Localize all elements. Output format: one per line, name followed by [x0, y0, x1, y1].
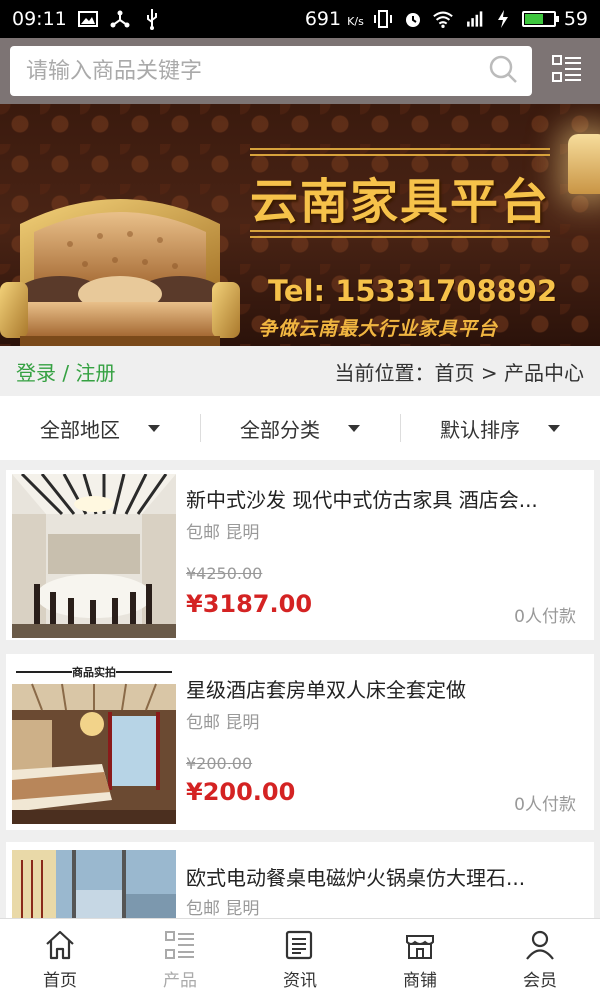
clock: 09:11 [12, 8, 67, 30]
product-city: 昆明 [225, 713, 260, 733]
title-decoration-bottom [250, 230, 550, 238]
shop-icon [406, 935, 434, 959]
product-meta: 包邮 昆明 [186, 708, 259, 733]
product-shipping: 包邮 [186, 899, 220, 918]
login-separator: / [62, 360, 70, 385]
filter-sort[interactable]: 默认排序 [400, 396, 600, 460]
product-thumbnail[interactable] [12, 474, 176, 638]
product-card[interactable]: 新中式沙发 现代中式仿古家具 酒店会... 包邮 昆明 ¥4250.00 ¥31… [6, 470, 594, 640]
current-location: 当前位置：首页 > 产品中心 [334, 360, 584, 385]
search-icon[interactable] [488, 54, 518, 88]
charging-icon [492, 8, 514, 30]
register-link[interactable]: 注册 [75, 361, 115, 385]
product-city: 昆明 [225, 899, 260, 918]
battery-percent: 59 [563, 8, 588, 30]
promo-banner[interactable]: 云南家具平台 Tel: 15331708892 争做云南最大行业家具平台 [0, 104, 600, 346]
image-notification-icon [77, 8, 99, 30]
tab-news[interactable]: 资讯 [240, 919, 360, 1000]
filter-category[interactable]: 全部分类 [200, 396, 400, 460]
title-decoration-top [250, 148, 550, 156]
product-title[interactable]: 新中式沙发 现代中式仿古家具 酒店会... [186, 484, 582, 513]
lamp-decoration [568, 134, 600, 194]
vibrate-icon [372, 8, 394, 30]
bottom-tab-bar: 首页 产品 资讯 商铺 会员 [0, 918, 600, 1000]
thumbnail-caption: 商品实拍 [72, 665, 116, 679]
product-price: ¥3187.00 [186, 590, 313, 618]
wifi-icon [432, 8, 454, 30]
product-card[interactable]: 商品实拍 星级酒店套房单双人床全套定做 包邮 昆明 ¥200.00 ¥200.0… [6, 654, 594, 830]
dropdown-caret-icon [548, 424, 560, 432]
tab-label: 产品 [163, 971, 197, 991]
tab-label: 首页 [43, 971, 77, 991]
tab-products[interactable]: 产品 [120, 919, 240, 1000]
product-list-icon [165, 931, 194, 959]
product-list[interactable]: 新中式沙发 现代中式仿古家具 酒店会... 包邮 昆明 ¥4250.00 ¥31… [0, 468, 600, 918]
battery-icon [521, 11, 559, 27]
product-title[interactable]: 欧式电动餐桌电磁炉火锅桌仿大理石... [186, 862, 582, 891]
banner-phone: Tel: 15331708892 [268, 274, 558, 308]
product-title[interactable]: 星级酒店套房单双人床全套定做 [186, 674, 582, 703]
product-card[interactable]: 欧式电动餐桌电磁炉火锅桌仿大理石... 包邮 昆明 [6, 842, 594, 918]
search-header [0, 38, 600, 104]
login-register: 登录 / 注册 [16, 357, 115, 386]
filter-region[interactable]: 全部地区 [0, 396, 200, 460]
filter-bar: 全部地区 全部分类 默认排序 [0, 396, 600, 460]
tab-member[interactable]: 会员 [480, 919, 600, 1000]
product-city: 昆明 [225, 523, 260, 543]
sofa-image [0, 199, 240, 346]
status-bar: 09:11 691 K/s 59 [0, 0, 600, 38]
dropdown-caret-icon [348, 424, 360, 432]
usb-icon [141, 8, 163, 30]
product-meta: 包邮 昆明 [186, 894, 259, 918]
filter-label: 默认排序 [440, 417, 520, 442]
product-original-price: ¥200.00 [186, 754, 253, 773]
product-sold-count: 0人付款 [514, 607, 576, 627]
tab-shop[interactable]: 商铺 [360, 919, 480, 1000]
list-menu-icon [551, 54, 583, 88]
product-sold-count: 0人付款 [514, 795, 576, 815]
product-thumbnail[interactable]: 商品实拍 [12, 660, 176, 824]
tab-label: 商铺 [403, 971, 437, 991]
search-bar[interactable] [10, 46, 533, 96]
tab-home[interactable]: 首页 [0, 919, 120, 1000]
search-input[interactable] [26, 58, 489, 84]
member-icon [526, 930, 554, 960]
news-icon [285, 930, 313, 960]
category-menu-button[interactable] [542, 46, 592, 96]
product-shipping: 包邮 [186, 523, 220, 543]
home-icon [46, 930, 74, 960]
breadcrumb: 登录 / 注册 当前位置：首页 > 产品中心 [0, 346, 600, 396]
dropdown-caret-icon [148, 424, 160, 432]
product-meta: 包邮 昆明 [186, 518, 259, 543]
banner-title: 云南家具平台 [249, 174, 550, 230]
filter-label: 全部地区 [40, 417, 120, 442]
product-thumbnail[interactable] [12, 850, 176, 918]
product-price: ¥200.00 [186, 778, 296, 806]
signal-icon [462, 8, 484, 30]
tab-label: 会员 [523, 971, 557, 991]
banner-slogan: 争做云南最大行业家具平台 [258, 318, 499, 340]
filter-label: 全部分类 [240, 417, 320, 442]
login-link[interactable]: 登录 [16, 361, 56, 385]
tab-label: 资讯 [283, 971, 317, 991]
net-speed: 691 K/s [304, 8, 364, 30]
product-original-price: ¥4250.00 [186, 564, 263, 583]
product-shipping: 包邮 [186, 713, 220, 733]
alarm-icon [402, 8, 424, 30]
share-icon [109, 8, 131, 30]
